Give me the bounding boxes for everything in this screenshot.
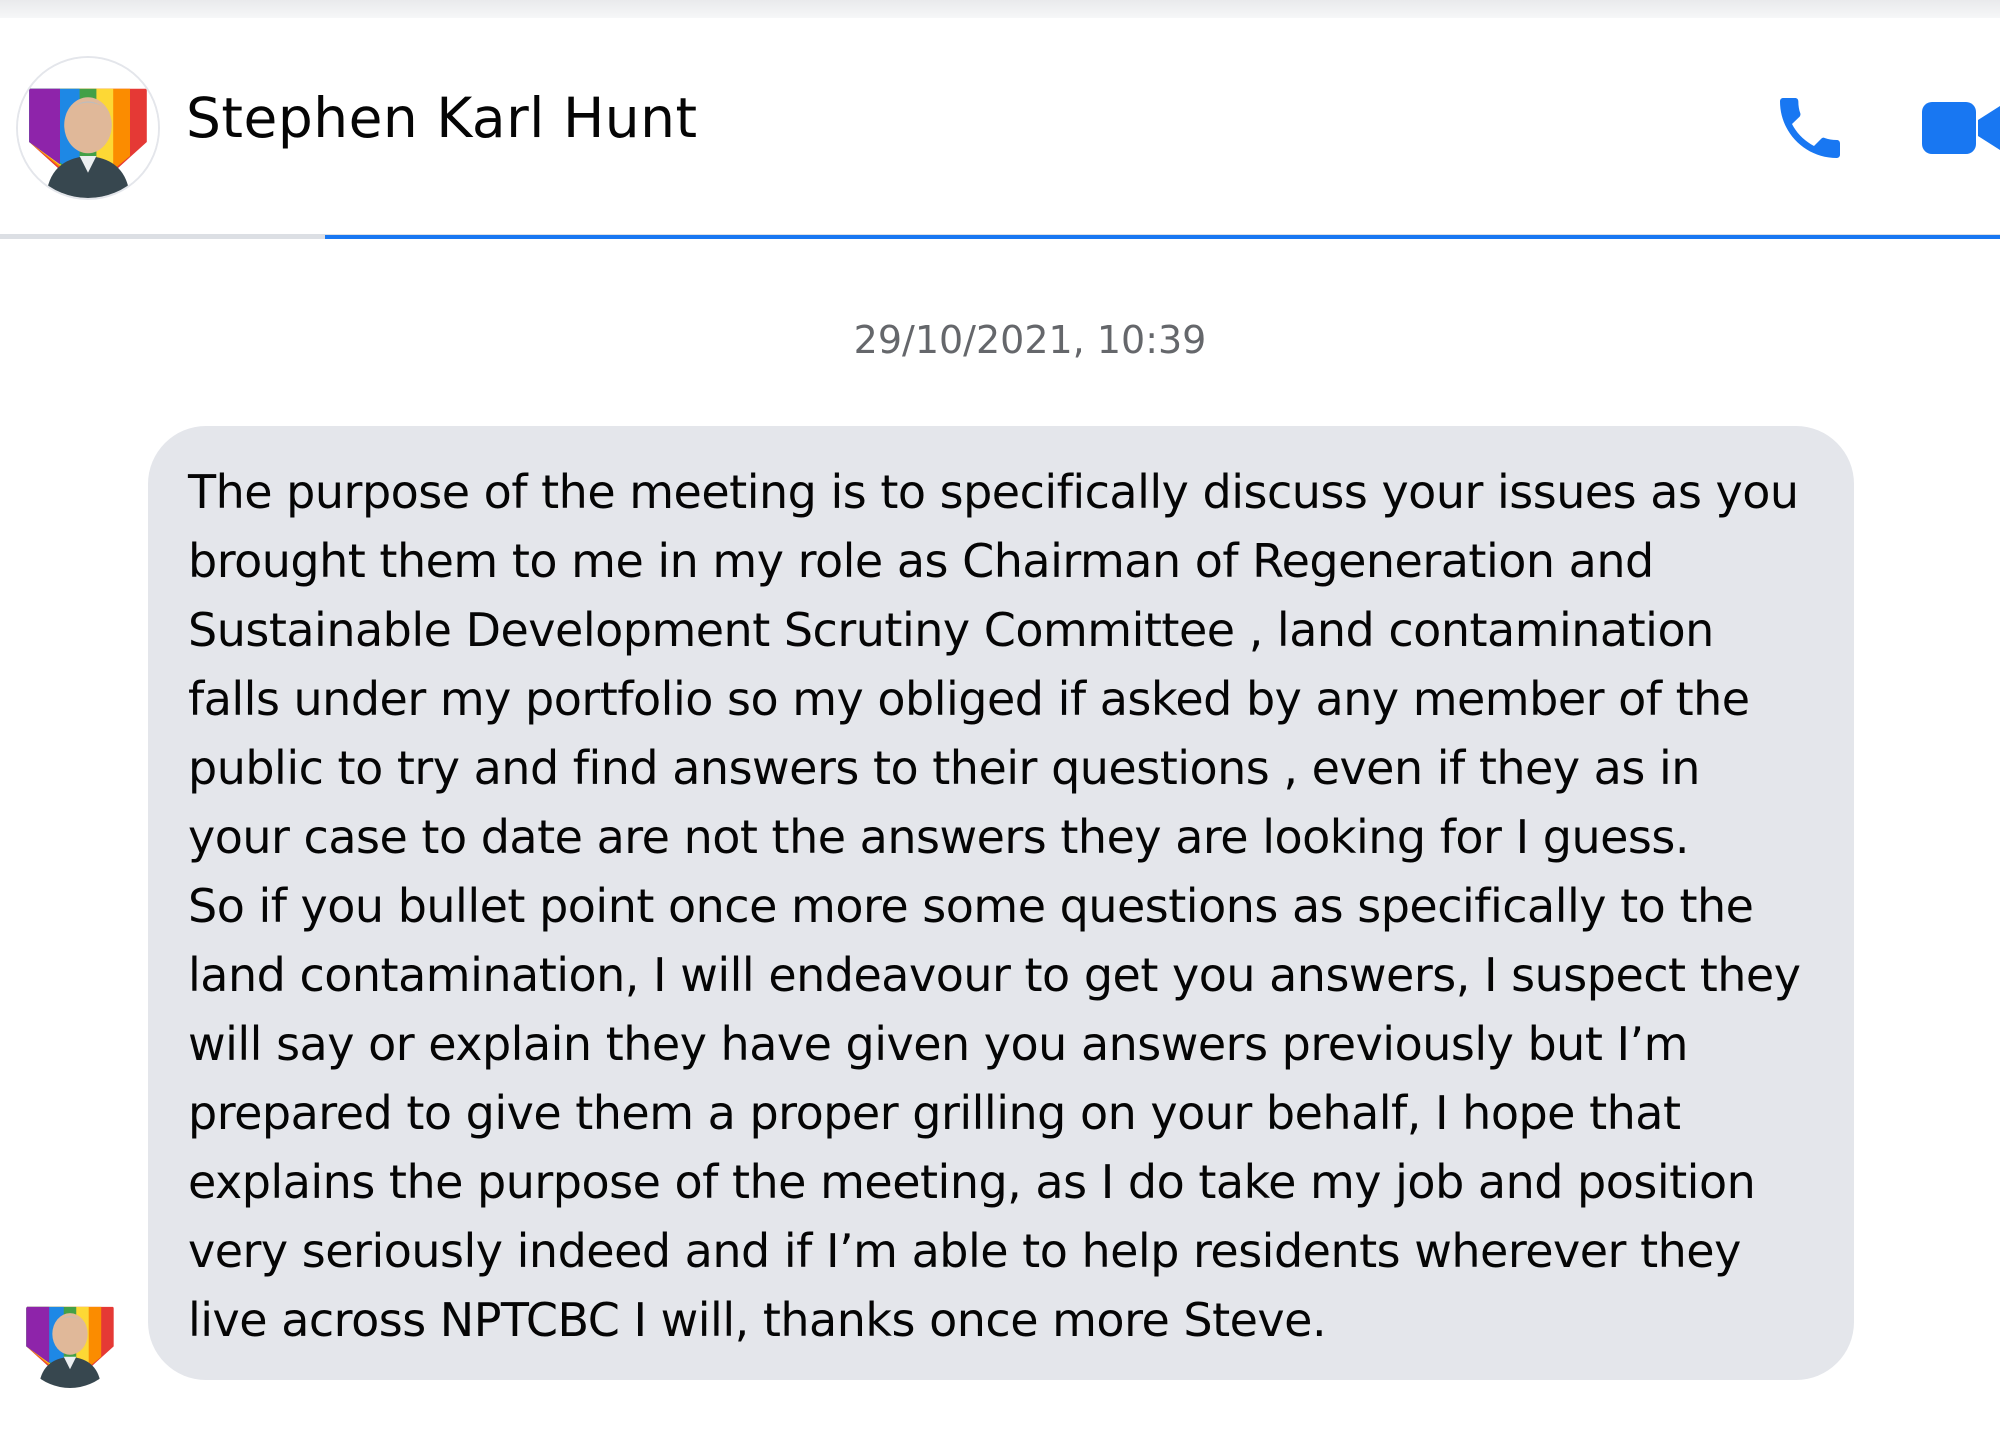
phone-icon [1780,98,1840,158]
video-camera-icon [1922,102,2000,154]
rainbow-heart-avatar-icon [18,58,158,198]
audio-call-button[interactable] [1770,88,1850,168]
video-call-button[interactable] [1918,96,2000,160]
message-text: The purpose of the meeting is to specifi… [188,465,1801,1347]
message-timestamp: 29/10/2021, 10:39 [853,318,1207,362]
message-bubble[interactable]: The purpose of the meeting is to specifi… [148,426,1854,1380]
sender-avatar[interactable] [18,1284,122,1388]
contact-avatar[interactable] [18,58,158,198]
contact-name[interactable]: Stephen Karl Hunt [186,86,698,150]
rainbow-heart-avatar-icon [18,1284,122,1388]
window-top-strip [0,0,2000,18]
loading-progress-line [325,235,2000,239]
